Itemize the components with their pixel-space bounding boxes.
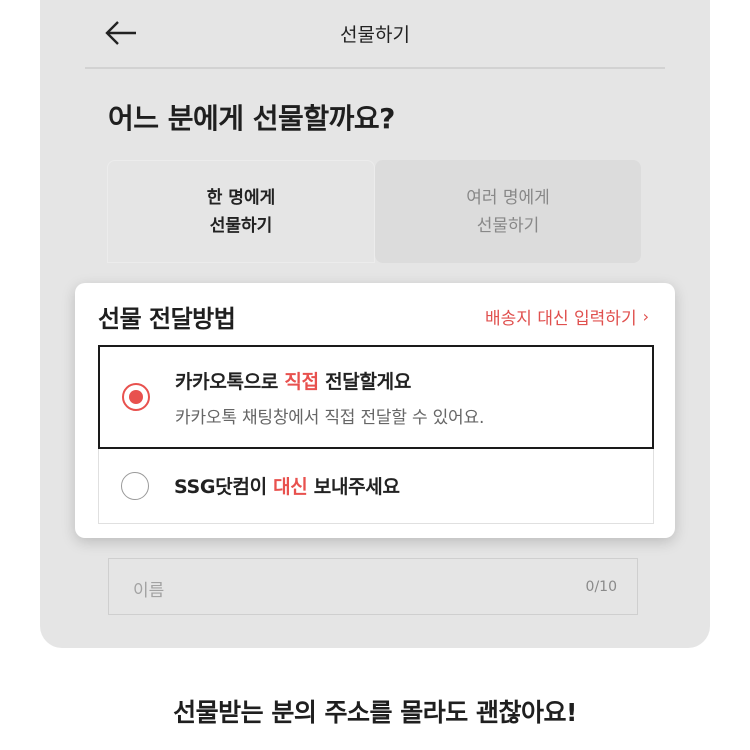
- promo-caption: 선물받는 분의 주소를 몰라도 괜찮아요!: [173, 698, 577, 727]
- tab-multi-recipient[interactable]: 여러 명에게 선물하기: [375, 160, 641, 263]
- option-kakao-label-post: 전달할게요: [318, 371, 411, 393]
- recipient-question: 어느 분에게 선물할까요?: [108, 102, 395, 135]
- enter-address-label: 배송지 대신 입력하기: [485, 309, 637, 329]
- option-ssg-label-pre: SSG닷컴이: [174, 476, 274, 498]
- name-char-counter: 0/10: [585, 579, 617, 595]
- option-ssg-label-highlight: 대신: [273, 476, 308, 498]
- option-kakao-direct[interactable]: 카카오톡으로 직접 전달할게요 카카오톡 채팅창에서 직접 전달할 수 있어요.: [98, 345, 654, 449]
- option-ssg-label-post: 보내주세요: [307, 476, 400, 498]
- delivery-method-title: 선물 전달방법: [98, 305, 236, 333]
- option-ssg-label: SSG닷컴이 대신 보내주세요: [174, 472, 400, 499]
- tab-multi-line1: 여러 명에게: [466, 187, 550, 208]
- enter-address-link[interactable]: 배송지 대신 입력하기 ›: [485, 304, 649, 329]
- radio-selected-icon[interactable]: [122, 383, 150, 411]
- chevron-right-icon: ›: [642, 307, 649, 326]
- delivery-method-card: 선물 전달방법 배송지 대신 입력하기 › 카카오톡으로 직접 전달할게요 카카…: [75, 283, 675, 538]
- tab-single-recipient[interactable]: 한 명에게 선물하기: [107, 160, 375, 263]
- tab-single-line1: 한 명에게: [206, 187, 276, 208]
- option-kakao-description: 카카오톡 채팅창에서 직접 전달할 수 있어요.: [175, 408, 485, 428]
- radio-unselected-icon[interactable]: [121, 472, 149, 500]
- option-kakao-label-highlight: 직접: [284, 371, 319, 393]
- option-kakao-label: 카카오톡으로 직접 전달할게요: [175, 367, 411, 394]
- name-input-placeholder: 이름: [133, 581, 165, 601]
- tab-single-line2: 선물하기: [209, 215, 273, 236]
- tab-multi-line2: 선물하기: [476, 215, 540, 236]
- page-title: 선물하기: [340, 24, 410, 46]
- header-divider: [85, 67, 665, 69]
- name-input[interactable]: 이름 0/10: [108, 558, 638, 615]
- option-kakao-label-pre: 카카오톡으로: [175, 371, 285, 393]
- option-ssg-delivery[interactable]: SSG닷컴이 대신 보내주세요: [98, 449, 654, 524]
